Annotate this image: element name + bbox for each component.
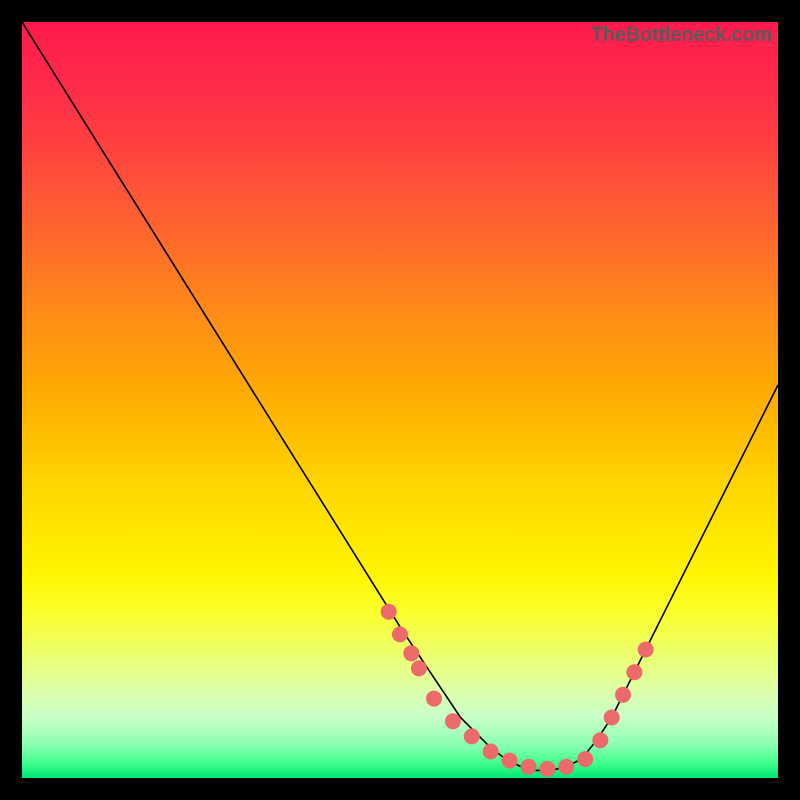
highlight-dot <box>577 751 593 767</box>
highlight-dot <box>483 744 499 760</box>
highlight-dot <box>445 713 461 729</box>
highlight-dot <box>558 759 574 775</box>
highlight-dot <box>464 728 480 744</box>
highlight-dot <box>626 664 642 680</box>
highlight-dot <box>638 642 654 658</box>
highlight-dot <box>539 761 555 777</box>
plot-area: TheBottleneck.com <box>22 22 778 778</box>
highlight-dot <box>521 759 537 775</box>
highlight-dot <box>592 732 608 748</box>
highlight-dot <box>604 710 620 726</box>
curve-layer <box>22 22 778 778</box>
highlight-dot <box>615 687 631 703</box>
highlight-dot <box>502 753 518 769</box>
highlight-dot <box>381 604 397 620</box>
bottleneck-curve <box>22 22 778 770</box>
highlight-dot <box>403 645 419 661</box>
chart-frame: TheBottleneck.com <box>0 0 800 800</box>
highlight-dot <box>411 660 427 676</box>
highlight-dot <box>392 626 408 642</box>
highlight-dot <box>426 691 442 707</box>
highlight-dots <box>381 604 654 777</box>
